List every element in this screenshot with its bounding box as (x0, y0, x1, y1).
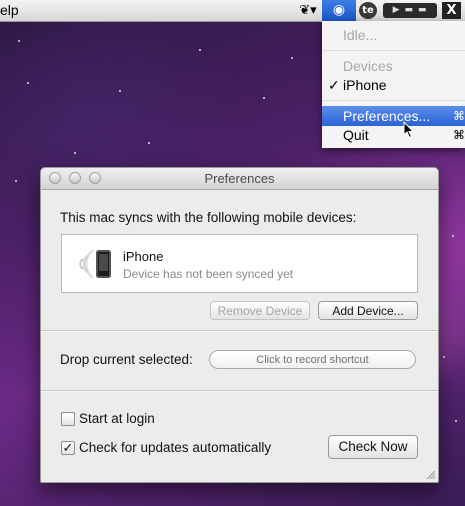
star (15, 180, 17, 182)
te-icon[interactable]: te (359, 2, 377, 19)
check-now-button[interactable]: Check Now (328, 435, 418, 459)
eye-icon[interactable]: ◉ (322, 0, 356, 21)
star (263, 97, 265, 99)
butterfly-icon[interactable]: ❦▾ (296, 2, 320, 19)
star (148, 142, 150, 144)
resize-grip-icon[interactable] (426, 470, 436, 480)
section-divider (41, 390, 438, 392)
check-updates-checkbox[interactable]: ✓ (61, 441, 75, 455)
menu-bar: elp ❦▾ ◉ te ▶ ▬ ▬ X (0, 0, 465, 22)
x-app-icon[interactable]: X (442, 2, 461, 19)
device-list[interactable]: iPhone Device has not been synced yet (61, 234, 418, 293)
start-at-login-label[interactable]: Start at login (79, 411, 155, 426)
section-divider (41, 330, 438, 332)
window-title: Preferences (204, 171, 275, 186)
menu-item-idle: Idle... (343, 27, 378, 43)
star (18, 40, 20, 42)
device-status: Device has not been synced yet (123, 267, 294, 281)
menu-item-preferences[interactable]: Preferences... ⌘ (322, 106, 465, 126)
checkmark-icon: ✓ (328, 77, 340, 93)
star (74, 152, 76, 154)
add-device-button[interactable]: Add Device... (318, 301, 418, 320)
star (27, 82, 29, 84)
status-menu: Idle... Devices ✓ iPhone Preferences... … (322, 21, 465, 148)
remove-device-button[interactable]: Remove Device (210, 301, 310, 320)
player-icon[interactable]: ▶ ▬ ▬ (383, 3, 437, 18)
command-key-icon: ⌘ (453, 128, 465, 142)
sync-heading: This mac syncs with the following mobile… (60, 210, 357, 225)
star (455, 420, 457, 422)
star (119, 90, 121, 92)
drop-current-label: Drop current selected: (60, 352, 193, 367)
iphone-icon (96, 250, 111, 278)
preferences-window: Preferences This mac syncs with the foll… (40, 167, 439, 483)
check-updates-label[interactable]: Check for updates automatically (79, 440, 271, 455)
menu-separator (322, 100, 465, 101)
menu-header-devices: Devices (343, 58, 393, 74)
menu-help[interactable]: elp (0, 2, 19, 18)
star (291, 57, 293, 59)
menu-item-iphone[interactable]: ✓ iPhone (322, 75, 465, 95)
window-titlebar[interactable]: Preferences (41, 168, 438, 190)
star (443, 356, 445, 358)
command-key-icon: ⌘ (453, 109, 465, 123)
start-at-login-checkbox[interactable] (61, 412, 75, 426)
star (452, 235, 454, 237)
mouse-cursor-icon (403, 121, 415, 139)
device-name: iPhone (123, 249, 164, 264)
shortcut-recorder[interactable]: Click to record shortcut (209, 350, 416, 369)
star (199, 49, 201, 51)
menu-item-quit[interactable]: Quit ⌘ (322, 125, 465, 145)
menu-separator (322, 50, 465, 51)
